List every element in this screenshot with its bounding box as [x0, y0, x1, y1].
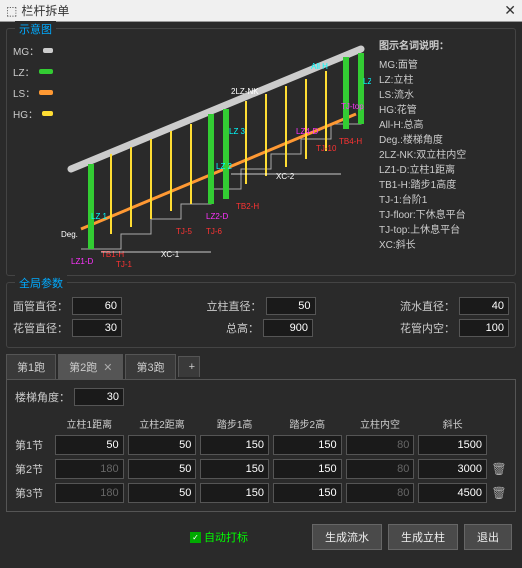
- col-lznk: 立柱内空: [346, 416, 415, 431]
- svg-text:LZ2-D: LZ2-D: [206, 212, 228, 221]
- r1-lz2d[interactable]: [128, 435, 197, 455]
- svg-text:XC-1: XC-1: [161, 250, 180, 259]
- r2-tb2h[interactable]: [273, 459, 342, 479]
- svg-text:LZ4-D: LZ4-D: [296, 127, 318, 136]
- hg-d-label: 花管直径：: [13, 320, 68, 336]
- total-h-label: 总高：: [209, 320, 259, 336]
- ls-d-label: 流水直径：: [400, 298, 455, 314]
- railing-diagram: 2LZ-NK LZ4-D TJ-top TB4-H TJ-10 XC-2 LZ2…: [61, 39, 371, 269]
- svg-text:TJ-6: TJ-6: [206, 227, 223, 236]
- run-tabs: 第1跑 第2跑✕ 第3跑 +: [6, 354, 516, 379]
- svg-text:XC-2: XC-2: [276, 172, 295, 181]
- r3-lz2d[interactable]: [128, 483, 197, 503]
- row2-label: 第2节: [15, 461, 51, 477]
- r3-xc[interactable]: [418, 483, 487, 503]
- svg-text:2LZ-NK: 2LZ-NK: [231, 87, 259, 96]
- global-title: 全局参数: [15, 275, 67, 291]
- mg-d-label: 面管直径：: [13, 298, 68, 314]
- svg-text:TB4-H: TB4-H: [339, 137, 362, 146]
- lz-d-input[interactable]: [266, 297, 316, 315]
- col-tb2h: 踏步2高: [273, 416, 342, 431]
- diagram-title: 示意图: [15, 21, 56, 37]
- svg-text:TJ-5: TJ-5: [176, 227, 193, 236]
- footer: ✓自动打标 生成流水 生成立柱 退出: [0, 518, 522, 556]
- hg-d-input[interactable]: [72, 319, 122, 337]
- col-xc: 斜长: [418, 416, 487, 431]
- auto-mark-checkbox[interactable]: ✓自动打标: [190, 529, 248, 545]
- r3-lz1d[interactable]: [55, 483, 124, 503]
- legend-text: 图示名词说明： MG:面管 LZ:立柱 LS:流水 HG:花管 All-H:总高…: [379, 39, 466, 269]
- svg-text:TB1-H: TB1-H: [101, 250, 124, 259]
- r3-lznk[interactable]: [346, 483, 415, 503]
- global-params-section: 全局参数 面管直径： 立柱直径： 流水直径： 花管直径： 总高： 花管内空：: [6, 282, 516, 348]
- svg-text:LZ 3: LZ 3: [229, 127, 246, 136]
- svg-text:LZ 2: LZ 2: [216, 162, 233, 171]
- r1-lznk[interactable]: [346, 435, 415, 455]
- r3-tb2h[interactable]: [273, 483, 342, 503]
- ls-swatch: [39, 90, 53, 95]
- titlebar: ⬚ 栏杆拆单 ✕: [0, 0, 522, 22]
- gen-ls-button[interactable]: 生成流水: [312, 524, 382, 550]
- r2-delete-icon[interactable]: 🗑: [491, 462, 507, 476]
- r2-lz1d[interactable]: [55, 459, 124, 479]
- r1-tb2h[interactable]: [273, 435, 342, 455]
- col-tb1h: 踏步1高: [200, 416, 269, 431]
- col-lz2d: 立柱2距离: [128, 416, 197, 431]
- hg-swatch: [42, 111, 53, 116]
- ls-d-input[interactable]: [459, 297, 509, 315]
- lz-swatch: [39, 69, 53, 74]
- tab-close-icon[interactable]: ✕: [103, 362, 112, 374]
- r2-lznk[interactable]: [346, 459, 415, 479]
- svg-text:TJ-1: TJ-1: [116, 260, 133, 269]
- svg-text:TJ-top: TJ-top: [341, 102, 364, 111]
- svg-text:LZ1-D: LZ1-D: [71, 257, 93, 266]
- exit-button[interactable]: 退出: [464, 524, 512, 550]
- r2-tb1h[interactable]: [200, 459, 269, 479]
- angle-input[interactable]: [74, 388, 124, 406]
- sections-grid: 立柱1距离 立柱2距离 踏步1高 踏步2高 立柱内空 斜长 第1节 第2节 🗑 …: [15, 416, 507, 503]
- color-keys: MG： LZ： LS： HG：: [13, 39, 53, 269]
- hg-nk-input[interactable]: [459, 319, 509, 337]
- tab-run2[interactable]: 第2跑✕: [58, 354, 123, 379]
- svg-text:Deg.: Deg.: [61, 230, 78, 239]
- row3-label: 第3节: [15, 485, 51, 501]
- svg-text:TB2-H: TB2-H: [236, 202, 259, 211]
- legend-header: 图示名词说明：: [379, 39, 466, 54]
- tab-run3[interactable]: 第3跑: [125, 354, 175, 379]
- svg-text:LZ 4: LZ 4: [363, 77, 371, 86]
- r2-lz2d[interactable]: [128, 459, 197, 479]
- run-body: 楼梯角度： 立柱1距离 立柱2距离 踏步1高 踏步2高 立柱内空 斜长 第1节 …: [6, 379, 516, 512]
- r1-xc[interactable]: [418, 435, 487, 455]
- window-title: 栏杆拆单: [21, 2, 69, 19]
- hg-nk-label: 花管内空：: [400, 320, 455, 336]
- mg-swatch: [43, 48, 53, 53]
- svg-text:LZ 1: LZ 1: [91, 212, 108, 221]
- r1-tb1h[interactable]: [200, 435, 269, 455]
- mg-d-input[interactable]: [72, 297, 122, 315]
- lz-d-label: 立柱直径：: [207, 298, 262, 314]
- r3-delete-icon[interactable]: 🗑: [491, 486, 507, 500]
- col-lz1d: 立柱1距离: [55, 416, 124, 431]
- tab-add-button[interactable]: +: [178, 356, 200, 377]
- total-h-input[interactable]: [263, 319, 313, 337]
- row1-label: 第1节: [15, 437, 51, 453]
- app-icon: ⬚: [6, 4, 17, 18]
- close-icon[interactable]: ✕: [504, 2, 516, 19]
- check-icon: ✓: [190, 532, 201, 543]
- svg-text:TJ-10: TJ-10: [316, 144, 337, 153]
- r3-tb1h[interactable]: [200, 483, 269, 503]
- diagram-section: 示意图 MG： LZ： LS： HG：: [6, 28, 516, 276]
- gen-lz-button[interactable]: 生成立柱: [388, 524, 458, 550]
- angle-label: 楼梯角度：: [15, 389, 70, 405]
- r2-xc[interactable]: [418, 459, 487, 479]
- svg-text:All H: All H: [311, 62, 328, 71]
- r1-lz1d[interactable]: [55, 435, 124, 455]
- tab-run1[interactable]: 第1跑: [6, 354, 56, 379]
